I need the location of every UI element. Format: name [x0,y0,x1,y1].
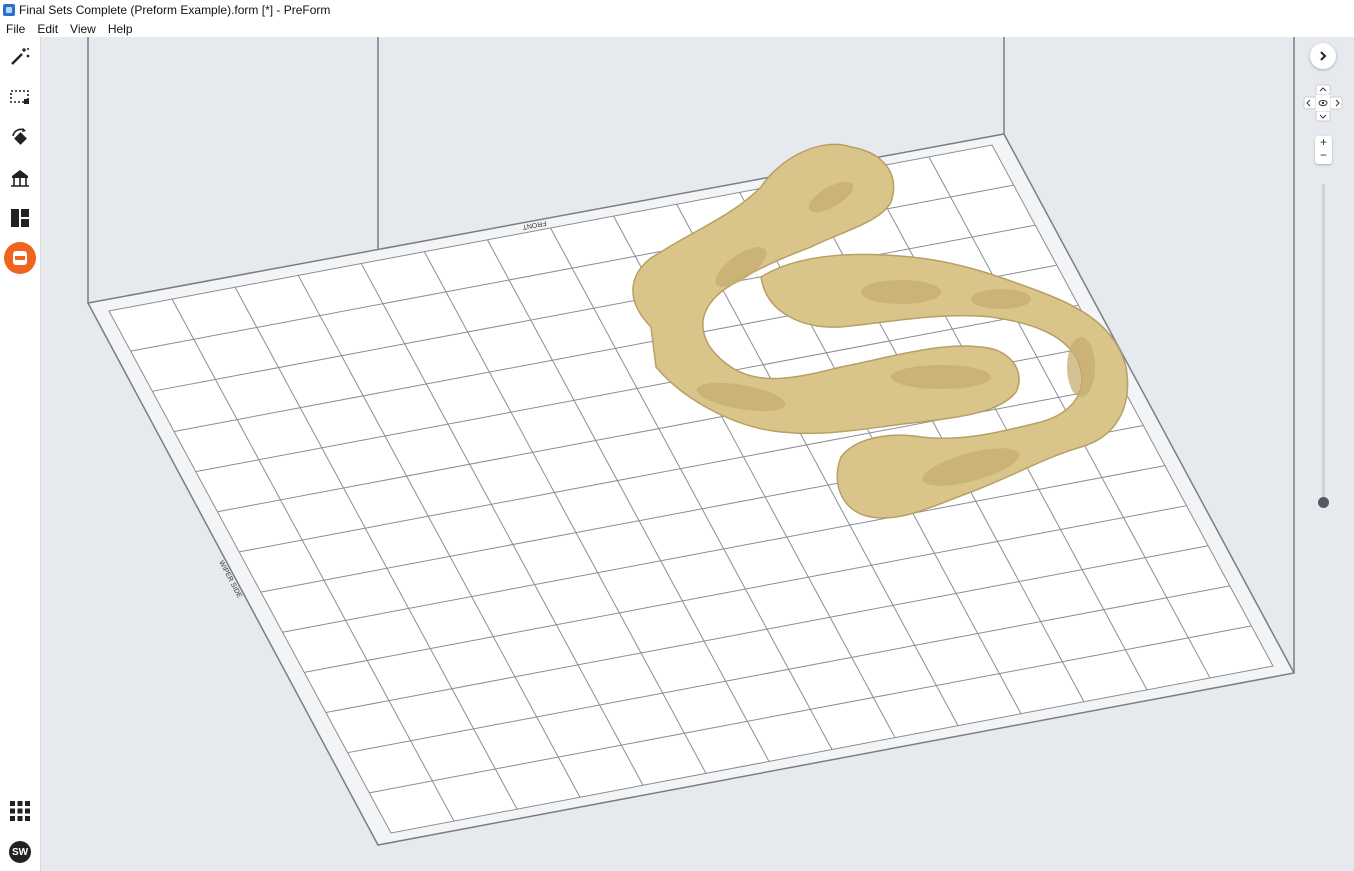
window-title: Final Sets Complete (Preform Example).fo… [19,3,331,17]
zoom-out-button[interactable]: − [1315,149,1332,162]
preform-app-icon [3,4,15,16]
orbit-control[interactable] [1303,84,1343,122]
tool-sidebar: SW [0,37,41,871]
orientation-button[interactable] [0,122,40,154]
chevron-right-icon [1320,51,1327,61]
layout-button[interactable] [0,202,40,234]
menu-help[interactable]: Help [102,22,139,36]
magic-wand-icon [11,48,30,65]
supports-icon [11,170,29,187]
print-button[interactable] [0,242,40,274]
scene: FRONT WIPER SIDE [86,37,1296,846]
zoom-controls: + − [1315,136,1332,164]
layer-slider-handle[interactable] [1318,497,1329,508]
menu-bar: File Edit View Help [0,20,1354,37]
menu-view[interactable]: View [64,22,102,36]
layer-slider-track[interactable] [1322,184,1325,502]
view-cube-icon [1303,84,1343,122]
menu-file[interactable]: File [0,22,31,36]
3d-viewport[interactable]: FRONT WIPER SIDE [41,37,1354,871]
orient-icon [12,128,27,145]
layout-icon [11,209,29,227]
apps-button[interactable] [0,795,40,827]
select-button[interactable] [0,81,40,113]
avatar-initials: SW [11,846,29,858]
avatar: SW [9,841,31,863]
title-bar: Final Sets Complete (Preform Example).fo… [0,0,1354,20]
account-button[interactable]: SW [0,836,40,868]
expand-panel-button[interactable] [1310,43,1336,69]
supports-button[interactable] [0,162,40,194]
select-box-icon [10,90,29,104]
one-click-print-button[interactable] [0,40,40,72]
apps-grid-icon [10,801,30,821]
menu-edit[interactable]: Edit [31,22,64,36]
print-job-icon [4,242,36,274]
